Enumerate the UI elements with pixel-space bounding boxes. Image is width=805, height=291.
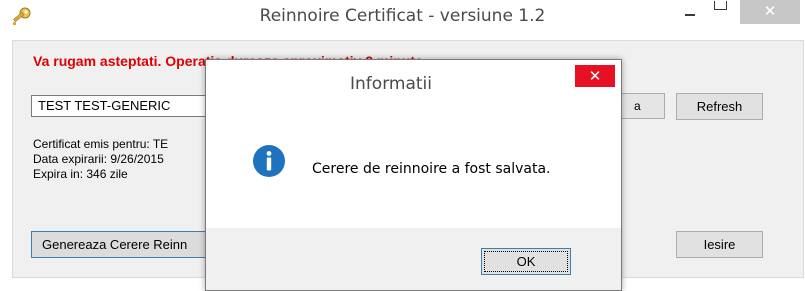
title-bar[interactable]: Reinnoire Certificat - versiune 1.2 ✕ [0,0,805,34]
expires-in-text: Expira in: 346 zile [33,167,128,181]
minimize-button[interactable] [676,0,704,30]
certificate-info: Certificat emis pentru: TE Data expirari… [33,137,168,182]
generate-request-button[interactable]: Genereaza Cerere Reinn [31,231,231,258]
exit-button[interactable]: Iesire [676,231,763,258]
dialog-body: Cerere de reinnoire a fost salvata. [206,104,621,228]
dialog-message: Cerere de reinnoire a fost salvata. [312,161,551,177]
expiry-date-text: Data expirarii: 9/26/2015 [33,152,164,166]
issued-for-text: Certificat emis pentru: TE [33,137,169,151]
ok-button[interactable]: OK [481,248,571,275]
maximize-button[interactable] [706,0,734,30]
close-window-button[interactable]: ✕ [740,0,800,24]
dialog-title: Informatii [350,74,432,94]
dialog-title-bar[interactable]: Informatii ✕ [206,60,621,104]
info-icon [253,145,285,177]
dialog-footer: OK [206,228,621,290]
certificate-select[interactable]: TEST TEST-GENERIC [31,95,231,117]
dialog-close-button[interactable]: ✕ [575,65,615,87]
info-dialog: Informatii ✕ Cerere de reinnoire a fost … [205,59,622,291]
refresh-button[interactable]: Refresh [676,93,763,120]
